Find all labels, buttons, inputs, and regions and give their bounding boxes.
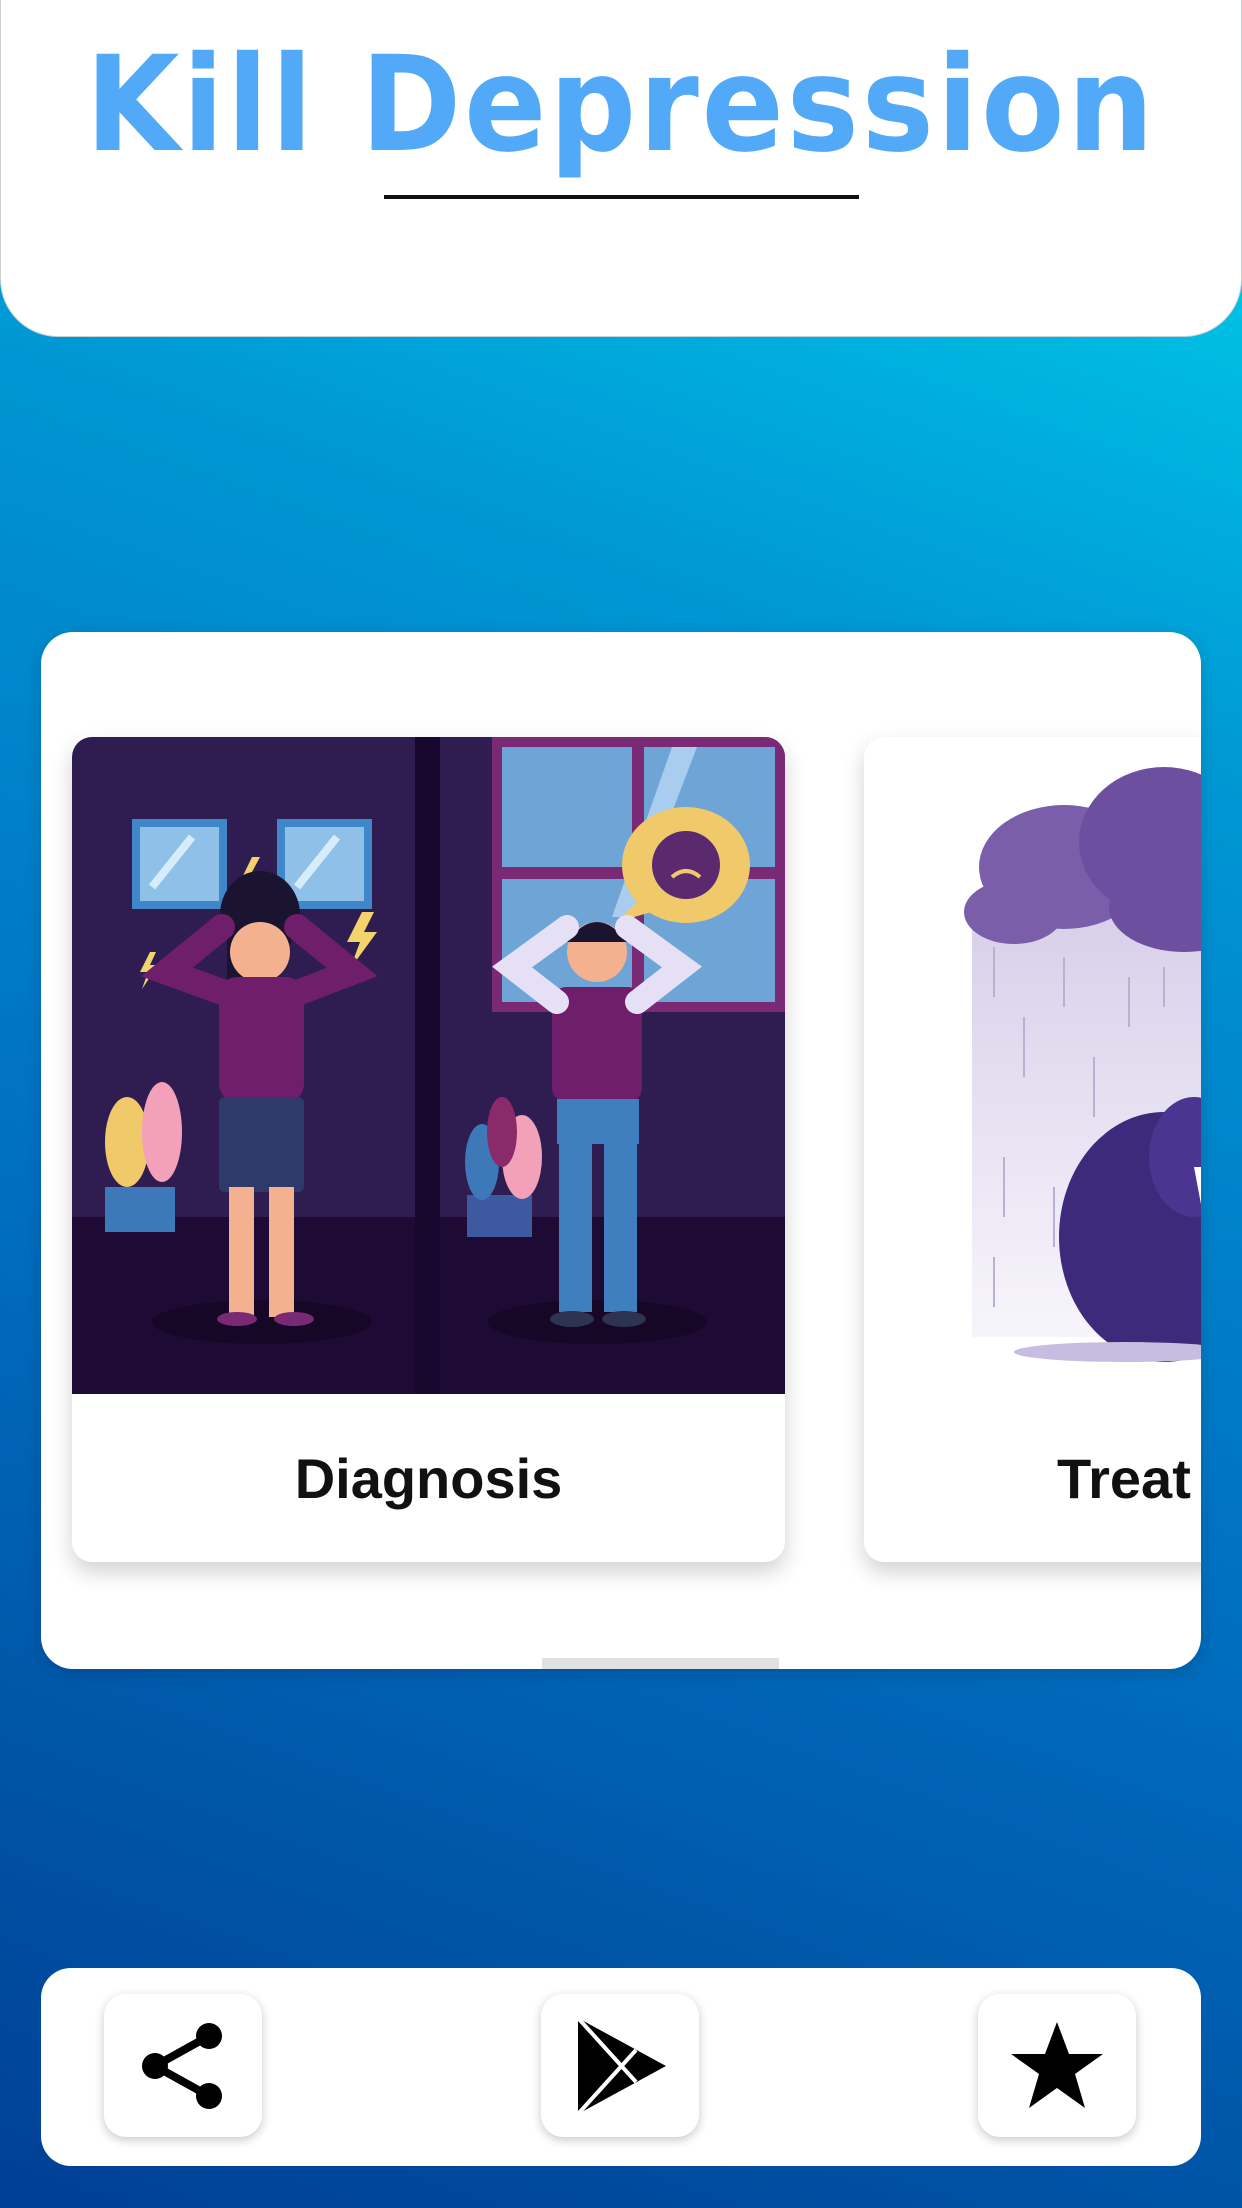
- diagnosis-card-label: Diagnosis: [294, 1446, 563, 1510]
- play-store-button[interactable]: [541, 1994, 699, 2137]
- diagnosis-illustration: [72, 737, 785, 1394]
- app-header: Kill Depression: [0, 0, 1242, 337]
- treatment-card[interactable]: Treat: [864, 737, 1201, 1562]
- treatment-illustration: [864, 737, 1201, 1394]
- share-button[interactable]: [104, 1994, 262, 2137]
- app-title: Kill Depression: [85, 28, 1157, 182]
- carousel-scroll-indicator[interactable]: [542, 1658, 779, 1669]
- diagnosis-card[interactable]: Diagnosis: [72, 737, 785, 1562]
- play-store-icon: [576, 2016, 666, 2115]
- bottom-action-bar: [41, 1968, 1201, 2166]
- share-icon: [142, 2022, 222, 2109]
- star-icon: [1011, 2021, 1103, 2108]
- topic-carousel[interactable]: Diagnosis Treat: [41, 632, 1201, 1669]
- rate-button[interactable]: [978, 1994, 1136, 2137]
- treatment-card-label: Treat: [1057, 1446, 1191, 1510]
- title-underline: [384, 195, 859, 199]
